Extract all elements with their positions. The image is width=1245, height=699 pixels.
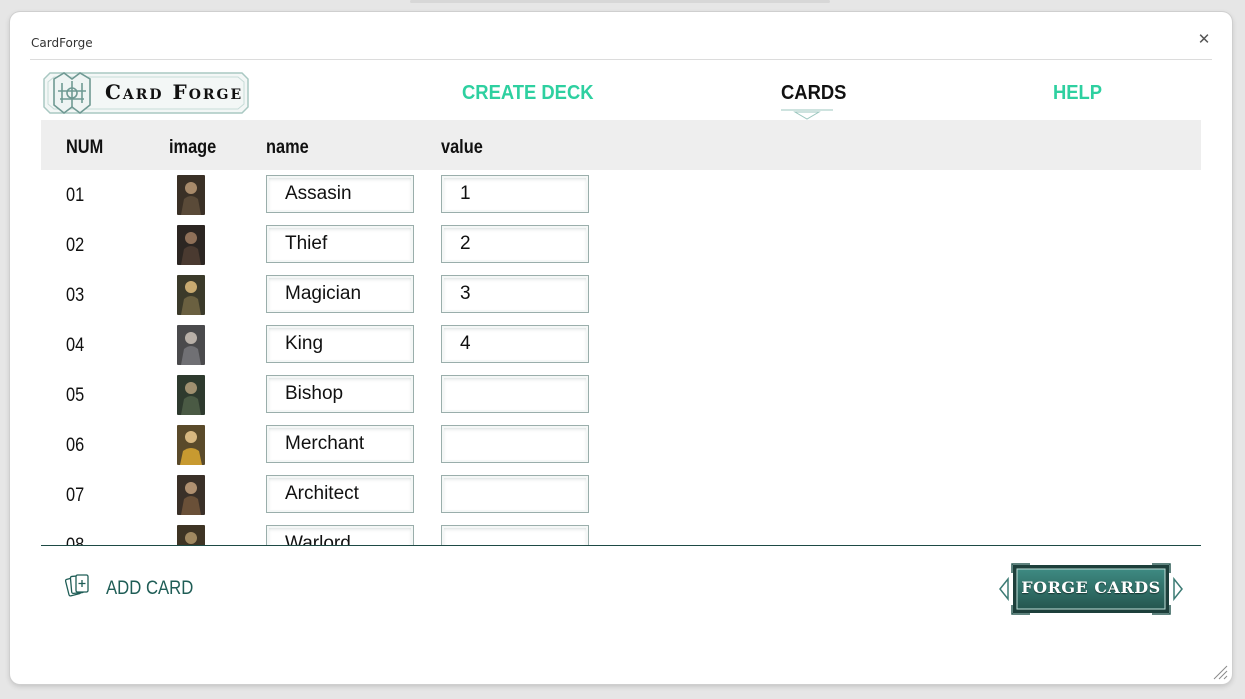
table-row: 08 xyxy=(41,520,1201,545)
cards-table-body[interactable]: 01 02 03 04 xyxy=(41,170,1201,545)
nav-create-deck[interactable]: CREATE DECK xyxy=(462,82,594,105)
table-row: 04 xyxy=(41,320,1201,370)
card-value-input[interactable] xyxy=(441,375,589,413)
add-card-button[interactable]: ADD CARD xyxy=(64,572,193,602)
app-window: CardForge ✕ Card Forge CREATE DECK CARDS… xyxy=(10,12,1232,684)
column-header-value: value xyxy=(441,137,483,158)
table-row: 07 xyxy=(41,470,1201,520)
column-header-num: NUM xyxy=(66,137,104,158)
column-header-image: image xyxy=(169,137,217,158)
active-tab-indicator xyxy=(781,109,833,120)
card-image-thumbnail[interactable] xyxy=(177,525,205,545)
forge-cards-label: FORGE CARDS xyxy=(1021,578,1161,597)
table-row: 03 xyxy=(41,270,1201,320)
card-name-input[interactable] xyxy=(266,325,414,363)
card-image-thumbnail[interactable] xyxy=(177,175,205,215)
footer-divider xyxy=(41,545,1201,546)
title-divider xyxy=(30,59,1212,60)
table-row: 01 xyxy=(41,170,1201,220)
card-name-input[interactable] xyxy=(266,275,414,313)
row-num: 05 xyxy=(66,385,85,406)
row-num: 07 xyxy=(66,485,85,506)
table-row: 05 xyxy=(41,370,1201,420)
add-card-icon xyxy=(64,574,89,597)
row-num: 08 xyxy=(66,535,84,545)
table-row: 06 xyxy=(41,420,1201,470)
card-value-input[interactable] xyxy=(441,275,589,313)
card-value-input[interactable] xyxy=(441,475,589,513)
card-value-input[interactable] xyxy=(441,175,589,213)
background-strip xyxy=(410,0,830,3)
card-image-thumbnail[interactable] xyxy=(177,375,205,415)
logo-text: Card Forge xyxy=(105,80,244,104)
card-image-thumbnail[interactable] xyxy=(177,425,205,465)
row-num: 01 xyxy=(66,185,85,206)
card-value-input[interactable] xyxy=(441,525,589,545)
card-name-input[interactable] xyxy=(266,375,414,413)
card-name-input[interactable] xyxy=(266,175,414,213)
forge-cards-button[interactable]: FORGE CARDS xyxy=(988,559,1194,619)
card-value-input[interactable] xyxy=(441,225,589,263)
card-name-input[interactable] xyxy=(266,475,414,513)
card-value-input[interactable] xyxy=(441,425,589,463)
title-bar: CardForge ✕ xyxy=(10,12,1232,60)
add-card-label: ADD CARD xyxy=(106,578,194,599)
table-row: 02 xyxy=(41,220,1201,270)
row-num: 03 xyxy=(66,285,85,306)
card-image-thumbnail[interactable] xyxy=(177,475,205,515)
card-name-input[interactable] xyxy=(266,525,414,545)
table-header: NUM image name value xyxy=(41,120,1201,170)
nav-cards[interactable]: CARDS xyxy=(781,82,846,105)
close-icon[interactable]: ✕ xyxy=(1196,32,1212,48)
row-num: 06 xyxy=(66,435,85,456)
card-image-thumbnail[interactable] xyxy=(177,325,205,365)
card-name-input[interactable] xyxy=(266,425,414,463)
card-image-thumbnail[interactable] xyxy=(177,225,205,265)
card-name-input[interactable] xyxy=(266,225,414,263)
card-image-thumbnail[interactable] xyxy=(177,275,205,315)
resize-handle-icon[interactable] xyxy=(1210,662,1228,680)
row-num: 04 xyxy=(66,335,85,356)
nav-help[interactable]: HELP xyxy=(1053,82,1102,105)
row-num: 02 xyxy=(66,235,85,256)
window-title: CardForge xyxy=(31,36,93,50)
card-value-input[interactable] xyxy=(441,325,589,363)
column-header-name: name xyxy=(266,137,309,158)
